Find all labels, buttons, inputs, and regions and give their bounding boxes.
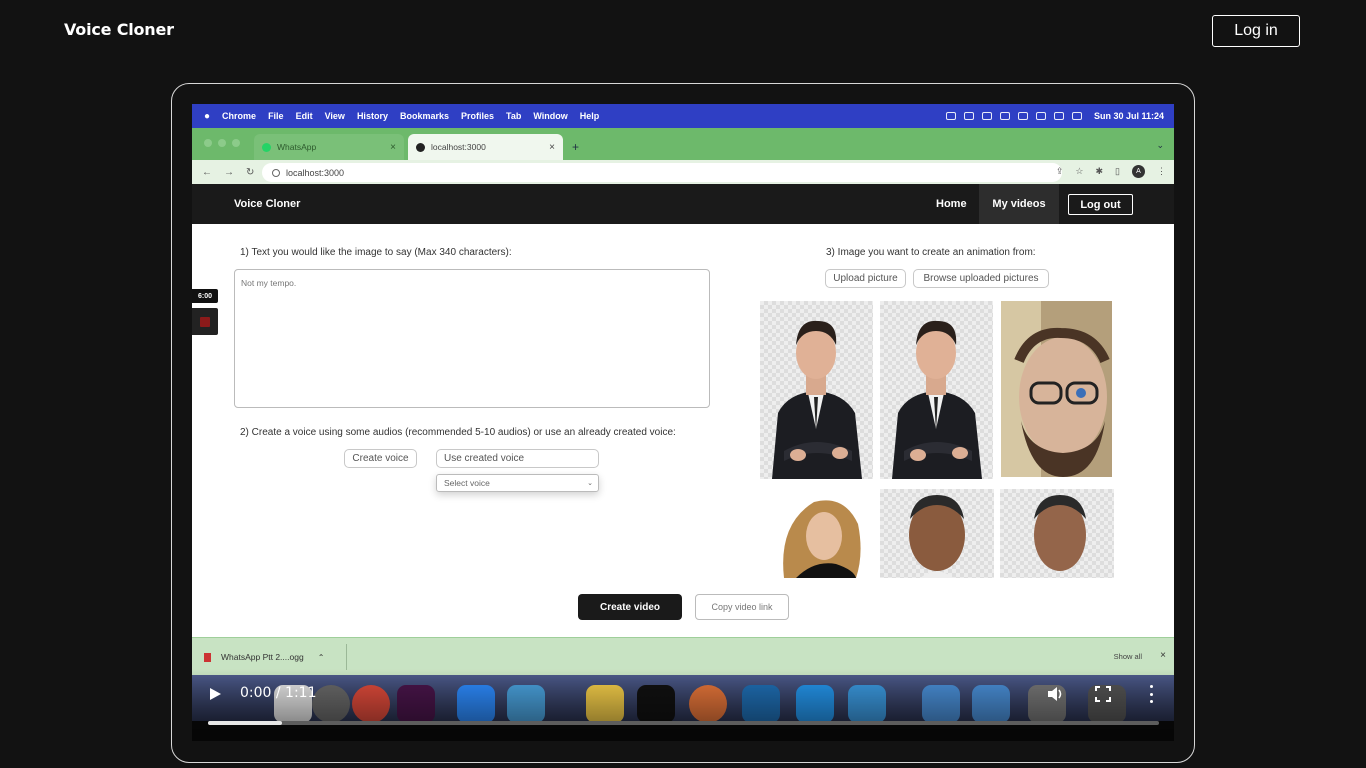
window-controls <box>204 139 240 147</box>
status-icon <box>963 112 974 120</box>
use-created-voice-button: Use created voice <box>436 449 599 468</box>
logout-button: Log out <box>1068 194 1133 215</box>
menubar-item: Edit <box>295 111 313 121</box>
mac-menubar: ● Chrome File Edit View History Bookmark… <box>192 104 1174 128</box>
select-voice-value: Select voice <box>444 478 490 488</box>
status-icon <box>945 112 956 120</box>
forward-icon: → <box>224 166 234 178</box>
browser-tabstrip: WhatsApp × localhost:3000 × + ⌄ <box>192 128 1174 160</box>
site-favicon-icon <box>416 142 425 152</box>
progress-bar[interactable] <box>208 721 1159 725</box>
tab-localhost: localhost:3000 × <box>408 134 563 160</box>
browse-pictures-button: Browse uploaded pictures <box>913 269 1049 288</box>
menubar-item: View <box>324 111 345 121</box>
stop-recording-icon <box>192 308 218 335</box>
new-tab-icon: + <box>572 140 580 154</box>
browser-toolbar: ← → ↻ localhost:3000 ⇪ ☆ ✱ ▯ A ⋮ <box>192 160 1174 184</box>
status-icon <box>999 112 1010 120</box>
play-icon[interactable] <box>210 688 221 700</box>
nav-my-videos: My videos <box>979 184 1059 224</box>
progress-fill <box>208 721 283 725</box>
close-icon: × <box>1160 650 1166 661</box>
copy-video-link-button: Copy video link <box>695 594 789 620</box>
step3-label: 3) Image you want to create an animation… <box>826 247 1036 258</box>
tab-close-icon: × <box>549 141 555 153</box>
whatsapp-icon <box>262 142 271 152</box>
divider <box>346 644 347 670</box>
extension-icon: ✱ <box>1095 166 1104 176</box>
volume-icon[interactable] <box>1046 685 1064 703</box>
tab-title: localhost:3000 <box>431 142 486 152</box>
more-options-icon[interactable] <box>1148 685 1154 703</box>
status-icon <box>981 112 992 120</box>
select-voice-dropdown: Select voice ⌄ <box>436 474 599 492</box>
upload-picture-button: Upload picture <box>825 269 906 288</box>
create-voice-button: Create voice <box>344 449 417 468</box>
chevron-up-icon: ⌃ <box>317 652 325 662</box>
sidepanel-icon: ▯ <box>1115 166 1120 176</box>
step2-label: 2) Create a voice using some audios (rec… <box>240 427 676 438</box>
menubar-item: Profiles <box>460 111 494 121</box>
picture-thumbnail <box>760 301 873 479</box>
address-text: localhost:3000 <box>286 167 345 178</box>
menubar-item: History <box>356 111 388 121</box>
nav-home: Home <box>936 198 967 210</box>
wifi-icon <box>1053 112 1064 120</box>
login-button[interactable]: Log in <box>1212 15 1300 47</box>
battery-icon <box>1035 112 1046 120</box>
app-brand: Voice Cloner <box>234 198 301 210</box>
picture-thumbnail <box>880 301 993 479</box>
picture-thumbnail <box>774 494 869 578</box>
menubar-item: Help <box>579 111 600 121</box>
download-filename: WhatsApp Ptt 2....ogg <box>221 652 304 662</box>
speech-text-area: Not my tempo. <box>234 269 710 408</box>
site-brand: Voice Cloner <box>64 20 174 39</box>
fullscreen-icon[interactable] <box>1095 686 1111 702</box>
search-icon <box>1071 112 1082 120</box>
browser-menu-icon: ⋮ <box>1157 166 1166 176</box>
audio-file-icon <box>204 652 211 662</box>
bluetooth-icon <box>1017 112 1028 120</box>
tab-close-icon: × <box>390 141 396 153</box>
video-controls: 0:00 / 1:11 <box>192 669 1174 741</box>
back-icon: ← <box>202 166 212 178</box>
menubar-item: Bookmarks <box>399 111 449 121</box>
menubar-status-icons: Sun 30 Jul 11:24 <box>945 104 1164 128</box>
app-navbar: Voice Cloner Home My videos Log out <box>192 184 1174 224</box>
menubar-item: Window <box>533 111 568 121</box>
tab-whatsapp: WhatsApp × <box>254 134 404 160</box>
menubar-item: Chrome <box>222 111 257 121</box>
demo-video[interactable]: ● Chrome File Edit View History Bookmark… <box>192 104 1174 741</box>
share-icon: ⇪ <box>1055 166 1064 176</box>
menubar-clock: Sun 30 Jul 11:24 <box>1093 111 1164 121</box>
picture-thumbnail <box>1001 301 1112 477</box>
site-info-icon <box>272 168 280 177</box>
reload-icon: ↻ <box>246 166 255 178</box>
picture-thumbnail <box>880 489 994 578</box>
recording-timer: 6:00 <box>192 289 218 303</box>
address-bar: localhost:3000 <box>262 163 1062 182</box>
apple-icon: ● <box>204 110 211 122</box>
bookmark-star-icon: ☆ <box>1075 166 1084 176</box>
tab-search-chevron-icon: ⌄ <box>1156 140 1164 150</box>
profile-avatar: A <box>1132 165 1145 178</box>
download-item: WhatsApp Ptt 2....ogg ⌃ <box>204 652 324 662</box>
step1-label: 1) Text you would like the image to say … <box>240 247 512 258</box>
chevron-down-icon: ⌄ <box>587 480 593 487</box>
menubar-item: Tab <box>506 111 522 121</box>
create-video-button: Create video <box>578 594 682 620</box>
menubar-item: File <box>268 111 284 121</box>
picture-thumbnail <box>1000 489 1114 578</box>
tab-title: WhatsApp <box>277 142 317 152</box>
show-all-link: Show all <box>1113 652 1142 661</box>
playback-time: 0:00 / 1:11 <box>240 685 317 701</box>
